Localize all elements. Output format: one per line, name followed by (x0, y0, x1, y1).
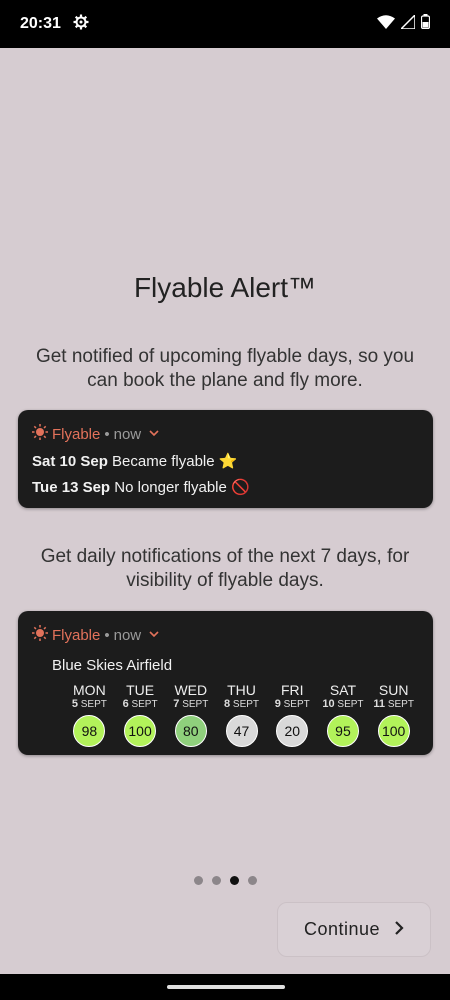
day-name: WED (174, 682, 208, 698)
description-daily: Get daily notifications of the next 7 da… (40, 546, 410, 591)
continue-label: Continue (303, 919, 381, 939)
day-number: 6 (122, 698, 129, 710)
day-date: 10 SEPT (318, 698, 369, 710)
forecast-day-thu: THU 8 SEPT 47 (216, 682, 267, 747)
day-month: SEPT (232, 699, 260, 710)
wifi-icon (377, 14, 395, 34)
day-date: 9 SEPT (267, 698, 318, 710)
navigation-bar (0, 974, 450, 1000)
page-dot (193, 876, 203, 885)
day-number: 7 (173, 698, 180, 710)
page-dot (211, 876, 221, 885)
flyable-score-badge: 80 (174, 715, 207, 747)
forecast-day-tue: TUE 6 SEPT 100 (115, 682, 166, 747)
day-date: 6 SEPT (115, 698, 166, 710)
forecast-day-fri: FRI 9 SEPT 20 (267, 682, 318, 747)
notification-time: now (113, 626, 142, 644)
continue-button[interactable]: Continue (277, 902, 431, 957)
notification-app-name: Flyable (52, 626, 101, 644)
day-name: FRI (280, 682, 304, 698)
day-number: 10 (322, 698, 335, 710)
notification-separator: • (104, 425, 110, 443)
day-month: SEPT (387, 699, 414, 710)
page-dot (229, 876, 239, 885)
flyable-score-badge: 20 (276, 715, 309, 747)
day-month: SEPT (337, 699, 364, 710)
flyable-score-badge: 100 (377, 715, 410, 747)
forecast-days: MON 5 SEPT 98 TUE 6 SEPT 100 WED 7 SEPT 80 THU 8 S… (32, 682, 419, 747)
notification-line-date: Sat 10 Sep (32, 453, 108, 470)
day-number: 11 (373, 698, 386, 710)
chevron-right-icon (394, 919, 404, 940)
sun-icon (32, 424, 48, 444)
day-date: 7 SEPT (165, 698, 216, 710)
day-name: TUE (126, 682, 155, 698)
chevron-down-icon (149, 629, 159, 641)
page-indicator (0, 876, 450, 885)
home-gesture-handle[interactable] (167, 985, 285, 989)
description-alerts: Get notified of upcoming flyable days, s… (35, 346, 415, 391)
status-time: 20:31 (20, 15, 61, 32)
notification-line-text: No longer flyable 🚫 (114, 479, 250, 496)
page-dot (247, 876, 257, 885)
flyable-score-badge: 95 (326, 715, 359, 747)
notification-header: Flyable • now (32, 424, 419, 444)
forecast-day-sun: SUN 11 SEPT 100 (368, 682, 419, 747)
forecast-day-sat: SAT 10 SEPT 95 (318, 682, 369, 747)
flyable-score-badge: 47 (225, 715, 258, 747)
day-name: MON (73, 682, 106, 698)
day-date: 5 SEPT (64, 698, 115, 710)
notification-header: Flyable • now (32, 625, 419, 645)
page-title: Flyable Alert™ (133, 272, 317, 303)
day-name: SAT (329, 682, 357, 698)
day-date: 11 SEPT (368, 698, 419, 710)
status-bar: 20:31 (0, 0, 450, 48)
flyable-score-badge: 100 (124, 715, 157, 747)
day-month: SEPT (131, 699, 158, 710)
sample-notification-alert: Flyable • now Sat 10 Sep Became flyable … (18, 410, 433, 508)
notification-line: Tue 13 Sep No longer flyable 🚫 (32, 478, 419, 496)
day-name: SUN (378, 682, 409, 698)
sun-icon (32, 625, 48, 645)
sample-notification-daily: Flyable • now Blue Skies Airfield MON 5 S… (18, 611, 433, 755)
day-month: SEPT (182, 699, 209, 710)
notification-line-text: Became flyable ⭐ (112, 453, 238, 470)
settings-gear-icon (73, 14, 89, 35)
day-number: 9 (274, 698, 281, 710)
forecast-day-mon: MON 5 SEPT 98 (64, 682, 115, 747)
day-number: 8 (224, 698, 231, 710)
signal-icon (399, 12, 416, 34)
day-number: 5 (71, 698, 78, 710)
flyable-score-badge: 98 (73, 715, 106, 747)
battery-icon (420, 14, 431, 34)
notification-line: Sat 10 Sep Became flyable ⭐ (32, 452, 419, 470)
day-month: SEPT (283, 699, 310, 710)
day-month: SEPT (80, 699, 107, 710)
notification-time: now (113, 425, 142, 443)
forecast-day-wed: WED 7 SEPT 80 (165, 682, 216, 747)
day-date: 8 SEPT (216, 698, 267, 710)
notification-app-name: Flyable (52, 425, 101, 443)
notification-separator: • (104, 626, 110, 644)
chevron-down-icon (149, 428, 159, 440)
day-name: THU (227, 682, 256, 698)
notification-line-date: Tue 13 Sep (32, 479, 111, 496)
airfield-name: Blue Skies Airfield (52, 657, 173, 674)
